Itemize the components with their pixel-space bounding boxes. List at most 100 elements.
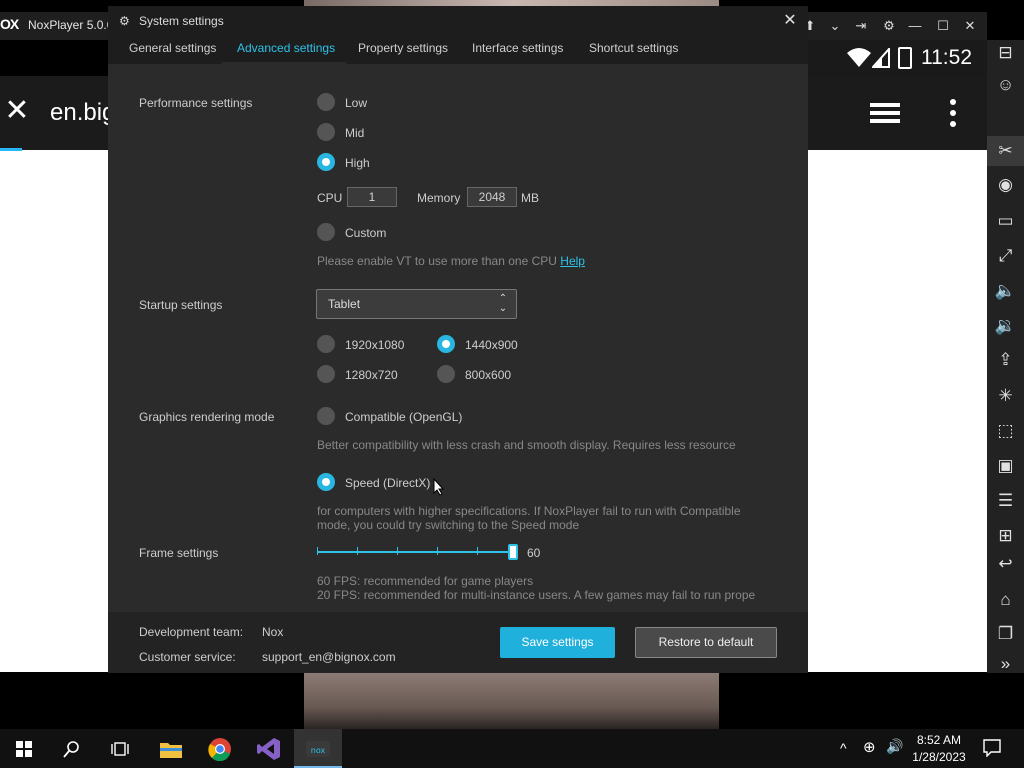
- multi-instance-icon[interactable]: ☰: [987, 486, 1024, 516]
- performance-mid-label: Mid: [345, 126, 365, 140]
- performance-low-label: Low: [345, 96, 368, 110]
- keyboard-icon[interactable]: ▭: [987, 206, 1024, 236]
- slider-tick: [357, 547, 358, 555]
- background-video-bottom: [304, 673, 719, 729]
- frame-slider-thumb[interactable]: [508, 544, 518, 560]
- chevron-up-icon[interactable]: ^: [840, 740, 847, 756]
- frame-slider-track[interactable]: [317, 551, 513, 553]
- close-icon[interactable]: ✕: [2, 96, 32, 126]
- tab-advanced[interactable]: Advanced settings: [237, 41, 335, 55]
- dialog-title: System settings: [139, 14, 224, 28]
- frame-value: 60: [527, 546, 541, 560]
- resolution-1440-label: 1440x900: [465, 338, 518, 352]
- location-icon[interactable]: ◉: [987, 170, 1024, 200]
- performance-mid-radio[interactable]: [317, 123, 335, 141]
- vt-hint: Please enable VT to use more than one CP…: [317, 254, 585, 268]
- signal-icon: [872, 48, 890, 68]
- android-clock: 11:52: [921, 46, 972, 69]
- gear-icon[interactable]: ⚙: [879, 16, 899, 36]
- volume-down-icon[interactable]: 🔉: [987, 311, 1024, 341]
- tab-interface[interactable]: Interface settings: [472, 41, 563, 55]
- frame-label: Frame settings: [139, 546, 219, 560]
- page-load-progress: [0, 148, 22, 151]
- slider-tick: [397, 547, 398, 555]
- resolution-1440-radio[interactable]: [437, 335, 455, 353]
- task-view-icon[interactable]: [96, 729, 144, 768]
- resolution-800-radio[interactable]: [437, 365, 455, 383]
- window-close-icon[interactable]: ✕: [960, 16, 980, 36]
- mouse-cursor-icon: [433, 478, 445, 496]
- nox-taskbar-icon[interactable]: nox: [294, 729, 342, 768]
- save-settings-button[interactable]: Save settings: [500, 627, 615, 658]
- volume-up-icon[interactable]: 🔈: [987, 276, 1024, 306]
- resolution-800-label: 800x600: [465, 368, 512, 382]
- search-icon[interactable]: [48, 729, 96, 768]
- tabs-icon[interactable]: [868, 101, 902, 125]
- resolution-1920-radio[interactable]: [317, 335, 335, 353]
- slider-tick: [477, 547, 478, 555]
- graphics-compatible-radio[interactable]: [317, 407, 335, 425]
- resolution-1280-radio[interactable]: [317, 365, 335, 383]
- svg-text:nox: nox: [311, 746, 326, 755]
- network-icon[interactable]: ⊕: [863, 738, 876, 756]
- loading-icon[interactable]: ✳: [987, 381, 1024, 411]
- taskbar-date[interactable]: 1/28/2023: [907, 750, 971, 764]
- dialog-close-button[interactable]: ✕: [780, 11, 800, 31]
- graphics-label: Graphics rendering mode: [139, 410, 275, 424]
- app-title: NoxPlayer 5.0.0: [28, 18, 114, 32]
- screenshot-icon[interactable]: ⬚: [987, 416, 1024, 446]
- cpu-field[interactable]: 1: [347, 187, 397, 207]
- fullscreen-icon[interactable]: ⤢: [987, 241, 1024, 271]
- minimize-icon[interactable]: —: [905, 16, 925, 36]
- dev-team-value: Nox: [262, 625, 284, 639]
- scissors-icon[interactable]: ✂: [987, 136, 1024, 166]
- tab-general[interactable]: General settings: [129, 41, 216, 55]
- more-icon[interactable]: »: [987, 649, 1024, 679]
- resolution-1280-label: 1280x720: [345, 368, 398, 382]
- graphics-speed-label: Speed (DirectX): [345, 476, 431, 490]
- speaker-icon[interactable]: 🔊: [886, 738, 903, 755]
- nox-logo: OX: [0, 16, 19, 32]
- graphics-speed-radio[interactable]: [317, 473, 335, 491]
- maximize-icon[interactable]: ☐: [933, 16, 953, 36]
- share-icon[interactable]: ⇥: [851, 16, 871, 36]
- kebab-menu-icon[interactable]: [948, 98, 958, 128]
- performance-high-radio[interactable]: [317, 153, 335, 171]
- taskbar-time[interactable]: 8:52 AM: [913, 733, 965, 747]
- performance-custom-radio[interactable]: [317, 223, 335, 241]
- chevron-down-icon[interactable]: ⌄: [825, 16, 845, 36]
- recent-apps-icon[interactable]: ❐: [987, 619, 1024, 649]
- screen-rotate-icon[interactable]: ⊟: [987, 38, 1024, 68]
- visual-studio-icon[interactable]: [245, 729, 293, 768]
- notification-icon[interactable]: [983, 739, 1001, 757]
- service-email: support_en@bignox.com: [262, 650, 396, 664]
- apk-install-icon[interactable]: ⇪: [987, 345, 1024, 375]
- file-explorer-icon[interactable]: [147, 729, 195, 768]
- help-link[interactable]: Help: [560, 254, 585, 268]
- tab-property[interactable]: Property settings: [358, 41, 448, 55]
- video-record-icon[interactable]: ▣: [987, 451, 1024, 481]
- settings-gear-icon: ⚙: [119, 14, 130, 28]
- compatible-hint: Better compatibility with less crash and…: [317, 438, 736, 452]
- restore-default-button[interactable]: Restore to default: [635, 627, 777, 658]
- tab-shortcut[interactable]: Shortcut settings: [589, 41, 678, 55]
- service-label: Customer service:: [139, 650, 236, 664]
- home-icon[interactable]: ⌂: [987, 585, 1024, 615]
- gamepad-icon[interactable]: ⊞: [987, 521, 1024, 551]
- memory-unit: MB: [521, 191, 539, 205]
- performance-high-label: High: [345, 156, 370, 170]
- browser-url[interactable]: en.big: [50, 99, 108, 127]
- windows-start-icon[interactable]: [0, 729, 48, 768]
- memory-field[interactable]: 2048: [467, 187, 517, 207]
- dev-team-label: Development team:: [139, 625, 244, 639]
- robot-icon[interactable]: ☺: [987, 70, 1024, 100]
- select-updown-icon: ⌃ ⌄: [498, 293, 508, 314]
- battery-icon: [898, 47, 912, 69]
- wifi-icon: [847, 48, 871, 67]
- active-tab-indicator: [222, 62, 346, 64]
- cpu-label: CPU: [317, 191, 343, 205]
- back-icon[interactable]: ↩: [987, 549, 1024, 579]
- startup-select[interactable]: Tablet ⌃ ⌄: [316, 289, 517, 319]
- performance-low-radio[interactable]: [317, 93, 335, 111]
- chrome-icon[interactable]: [196, 729, 244, 768]
